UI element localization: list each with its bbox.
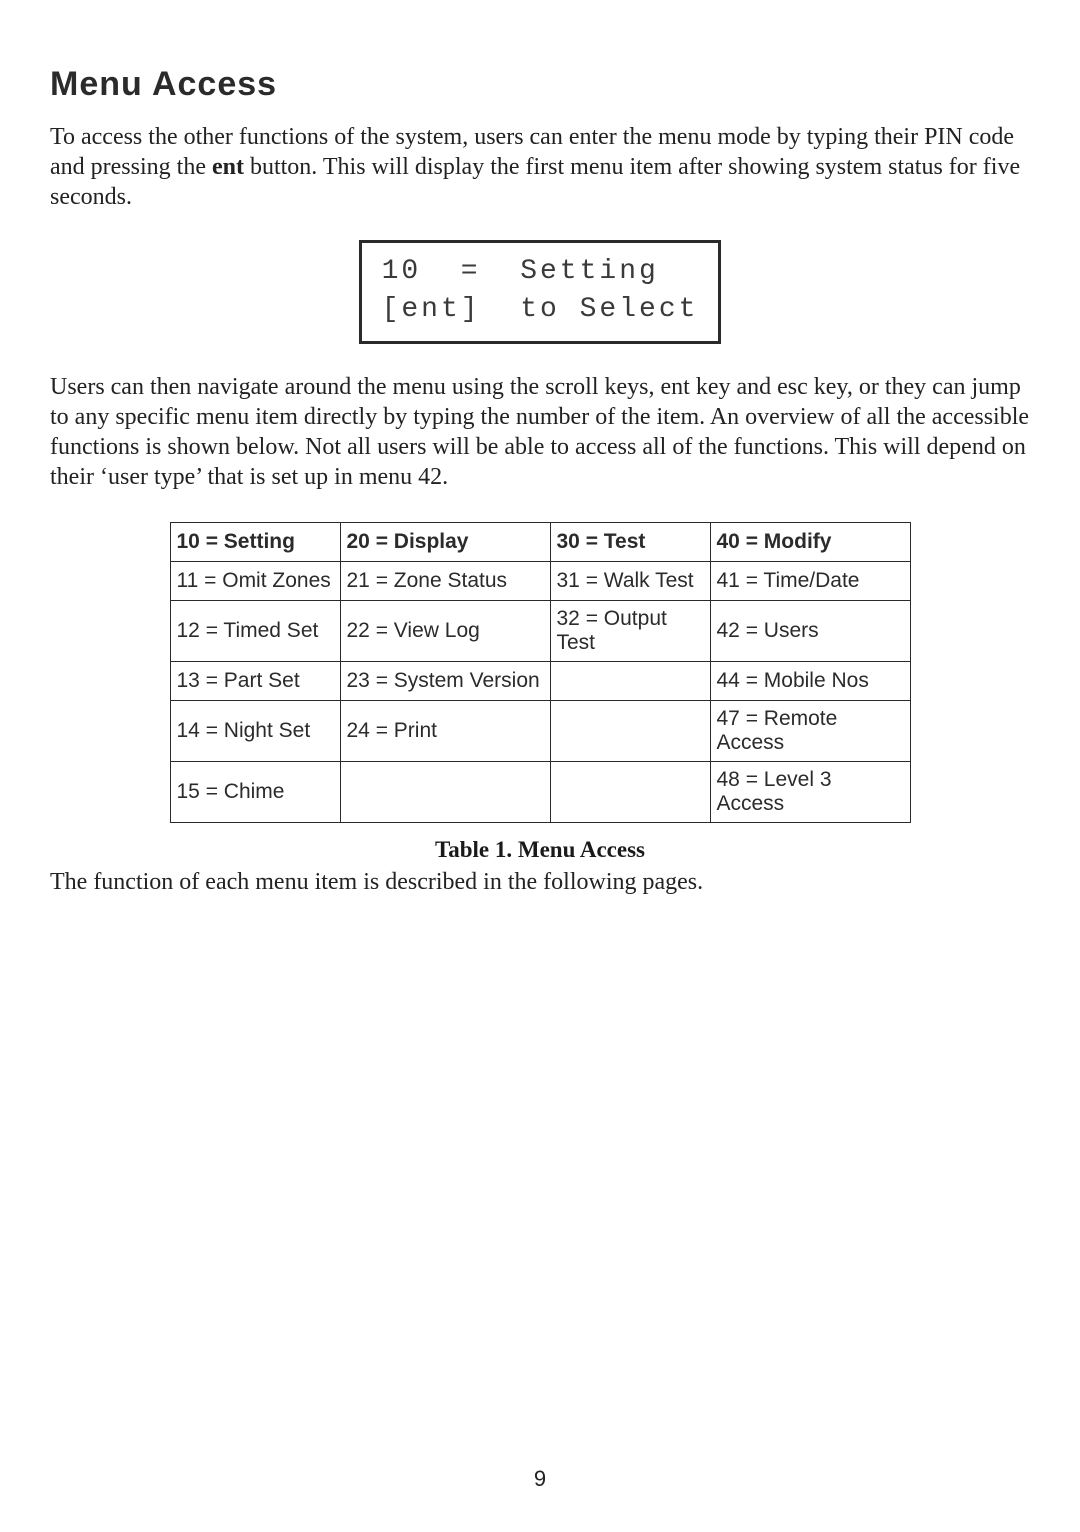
page-title: Menu Access	[50, 65, 1030, 104]
lcd-display: 10 = Setting [ent] to Select	[359, 240, 722, 344]
intro-paragraph: To access the other functions of the sys…	[50, 122, 1030, 212]
table-cell: 23 = System Version	[340, 661, 550, 700]
table-body: 11 = Omit Zones 21 = Zone Status 31 = Wa…	[170, 561, 910, 822]
table-row: 15 = Chime 48 = Level 3 Access	[170, 761, 910, 822]
table-header-row: 10 = Setting 20 = Display 30 = Test 40 =…	[170, 522, 910, 561]
table-cell	[550, 700, 710, 761]
table-cell: 13 = Part Set	[170, 661, 340, 700]
table-cell	[550, 661, 710, 700]
table-cell: 47 = Remote Access	[710, 700, 910, 761]
document-page: Menu Access To access the other function…	[0, 0, 1080, 1532]
table-cell: 12 = Timed Set	[170, 600, 340, 661]
lcd-line-2: [ent] to Select	[382, 294, 699, 325]
table-row: 13 = Part Set 23 = System Version 44 = M…	[170, 661, 910, 700]
table-cell	[340, 761, 550, 822]
table-header-cell: 20 = Display	[340, 522, 550, 561]
table-header-cell: 40 = Modify	[710, 522, 910, 561]
table-cell: 14 = Night Set	[170, 700, 340, 761]
table-caption: Table 1. Menu Access	[50, 837, 1030, 863]
lcd-line-1: 10 = Setting	[382, 256, 659, 287]
table-cell: 22 = View Log	[340, 600, 550, 661]
table-cell: 42 = Users	[710, 600, 910, 661]
table-header-cell: 10 = Setting	[170, 522, 340, 561]
menu-table-wrap: 10 = Setting 20 = Display 30 = Test 40 =…	[50, 522, 1030, 823]
table-cell: 15 = Chime	[170, 761, 340, 822]
table-row: 14 = Night Set 24 = Print 47 = Remote Ac…	[170, 700, 910, 761]
menu-table: 10 = Setting 20 = Display 30 = Test 40 =…	[170, 522, 911, 823]
table-cell: 48 = Level 3 Access	[710, 761, 910, 822]
page-number: 9	[0, 1466, 1080, 1492]
table-row: 11 = Omit Zones 21 = Zone Status 31 = Wa…	[170, 561, 910, 600]
lcd-display-wrap: 10 = Setting [ent] to Select	[50, 240, 1030, 344]
table-header-cell: 30 = Test	[550, 522, 710, 561]
table-row: 12 = Timed Set 22 = View Log 32 = Output…	[170, 600, 910, 661]
table-cell: 32 = Output Test	[550, 600, 710, 661]
table-cell: 24 = Print	[340, 700, 550, 761]
table-cell: 31 = Walk Test	[550, 561, 710, 600]
table-cell: 21 = Zone Status	[340, 561, 550, 600]
table-cell: 44 = Mobile Nos	[710, 661, 910, 700]
table-cell: 11 = Omit Zones	[170, 561, 340, 600]
mid-paragraph: Users can then navigate around the menu …	[50, 372, 1030, 492]
table-cell: 41 = Time/Date	[710, 561, 910, 600]
closing-paragraph: The function of each menu item is descri…	[50, 867, 1030, 897]
table-cell	[550, 761, 710, 822]
